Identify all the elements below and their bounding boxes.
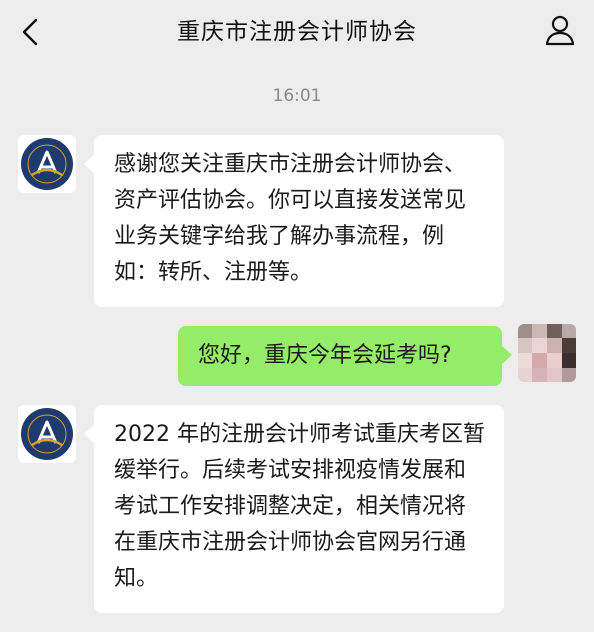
- user-avatar-pixelated-icon: [518, 324, 576, 382]
- bubble-tail: [502, 346, 512, 364]
- bubble-tail: [84, 155, 94, 173]
- message-bubble-incoming[interactable]: 感谢您关注重庆市注册会计师协会、资产评估协会。你可以直接发送常见业务关键字给我了…: [94, 135, 504, 307]
- message-bubble-incoming[interactable]: 2022 年的注册会计师考试重庆考区暂缓举行。后续考试安排视疫情发展和考试工作安…: [94, 405, 504, 613]
- top-bar: 重庆市注册会计师协会: [0, 0, 594, 66]
- user-avatar[interactable]: [518, 324, 576, 382]
- profile-button[interactable]: [542, 12, 578, 48]
- sender-avatar[interactable]: [18, 405, 76, 463]
- bubble-tail: [84, 425, 94, 443]
- association-logo-icon: [18, 135, 76, 193]
- message-timestamp: 16:01: [272, 86, 322, 106]
- association-logo-icon: [18, 405, 76, 463]
- chat-title: 重庆市注册会计师协会: [177, 19, 417, 45]
- message-bubble-outgoing[interactable]: 您好，重庆今年会延考吗?: [178, 326, 502, 386]
- sender-avatar[interactable]: [18, 135, 76, 193]
- person-icon: [545, 15, 575, 46]
